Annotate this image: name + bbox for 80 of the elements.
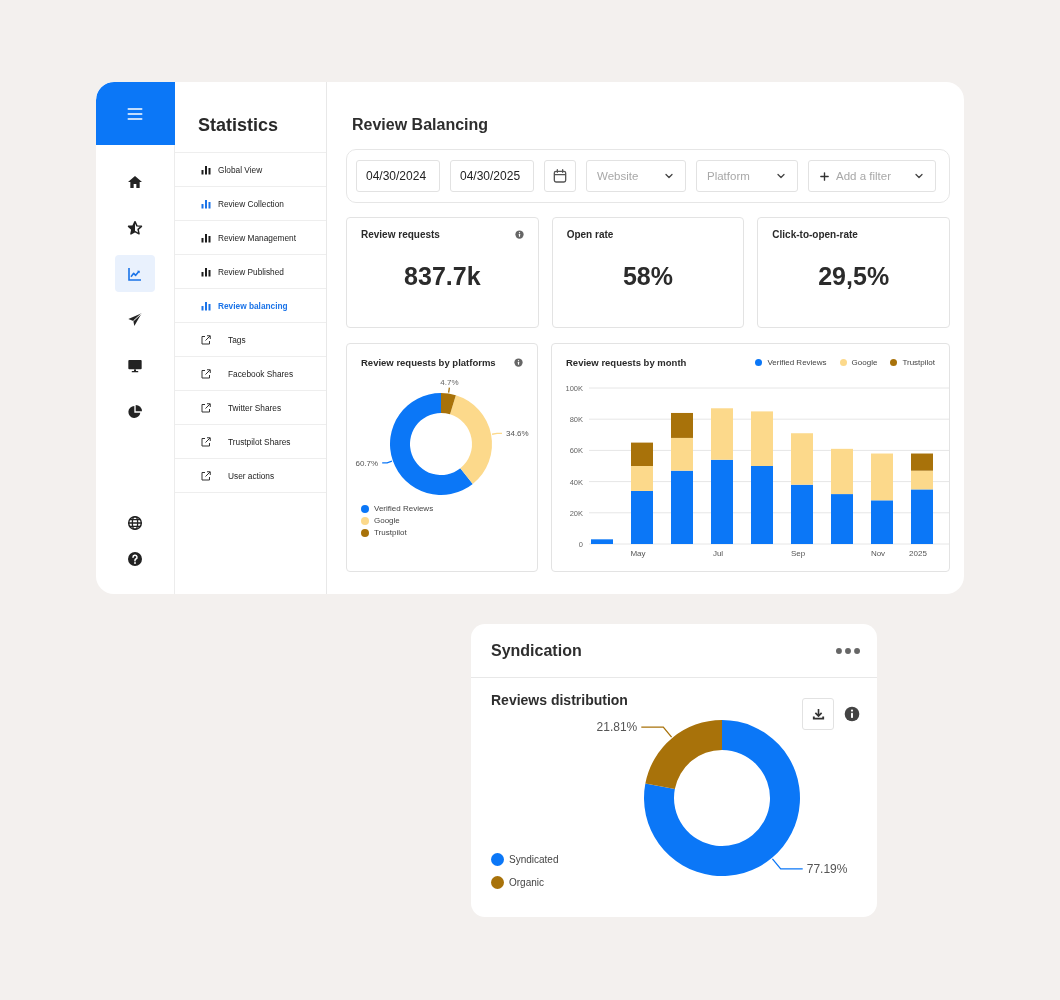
globe-icon — [127, 515, 143, 531]
legend-label: Verified Reviews — [374, 504, 434, 513]
bar — [911, 453, 933, 471]
legend-label: Organic — [509, 877, 544, 888]
more-icon — [836, 646, 860, 655]
axis-label: Nov — [870, 549, 886, 558]
card-title: Click-to-open-rate — [772, 229, 858, 240]
nav-item[interactable]: Global View — [175, 153, 326, 187]
help-icon — [127, 551, 143, 567]
section-title: Reviews distribution — [491, 692, 628, 708]
bar — [791, 484, 813, 544]
bar — [791, 433, 813, 485]
legend-label: Trustpilot — [374, 528, 407, 537]
metric-value: 29,5% — [817, 262, 891, 291]
paper-plane-icon — [127, 311, 143, 328]
card-title: Review requests by month — [566, 357, 687, 368]
leader-line — [448, 386, 451, 394]
card-title: Review requests by platforms — [361, 357, 496, 368]
plus-icon — [819, 170, 830, 182]
external-link-icon — [200, 435, 212, 448]
external-link-icon — [200, 401, 212, 414]
menu-button[interactable] — [96, 82, 175, 145]
metric-value: 837.7k — [403, 262, 482, 291]
end-date-field[interactable]: 04/30/2025 — [450, 160, 534, 192]
legend-label: Syndicated — [509, 854, 559, 865]
leader-line — [381, 460, 393, 464]
nav-item[interactable]: Twitter Shares — [175, 391, 326, 425]
nav-item[interactable]: User actions — [175, 459, 326, 493]
axis-label: Jul — [712, 549, 724, 558]
legend-label: Trustpilot — [902, 358, 935, 367]
external-link-icon — [200, 367, 212, 380]
bar — [631, 442, 653, 466]
legend-label: Google — [851, 358, 878, 367]
bar — [671, 412, 693, 438]
data-label: 77.19% — [806, 862, 848, 877]
pie-chart-icon — [127, 403, 143, 420]
bar — [831, 448, 853, 495]
data-label: 21.81% — [596, 720, 638, 735]
legend-label: Google — [374, 516, 400, 525]
nav-item[interactable]: Trustpilot Shares — [175, 425, 326, 459]
bar — [871, 453, 893, 501]
calendar-icon — [552, 168, 568, 184]
info-icon — [844, 706, 860, 722]
axis-label: 2025 — [909, 549, 927, 558]
bar — [751, 411, 773, 466]
download-button[interactable] — [802, 698, 834, 730]
data-label: 34.6% — [506, 429, 529, 439]
nav-item[interactable]: Review Collection — [175, 187, 326, 221]
bar — [871, 500, 893, 544]
leader-line — [640, 726, 673, 738]
leader-line — [491, 432, 503, 435]
panel-title: Statistics — [175, 82, 326, 153]
card-title: Syndication — [491, 641, 582, 660]
bar — [831, 494, 853, 544]
page-title: Review Balancing — [352, 116, 490, 134]
metric-value: 58% — [621, 262, 674, 291]
start-date-field[interactable]: 04/30/2024 — [356, 160, 440, 192]
calendar-button[interactable] — [544, 160, 576, 192]
home-icon — [127, 173, 143, 190]
more-button[interactable] — [836, 646, 860, 655]
data-label: 4.7% — [440, 377, 459, 387]
nav-item[interactable]: Review balancing — [175, 289, 326, 323]
bar — [591, 539, 613, 544]
line-chart-icon — [127, 265, 143, 282]
axis-label: Sep — [790, 549, 806, 558]
nav-item[interactable]: Facebook Shares — [175, 357, 326, 391]
monitor-icon — [127, 357, 143, 374]
external-link-icon — [200, 469, 212, 482]
nav-item[interactable]: Tags — [175, 323, 326, 357]
nav-item[interactable]: Review Published — [175, 255, 326, 289]
star-icon — [127, 219, 143, 236]
data-label: 60.7% — [355, 458, 379, 468]
card-title: Review requests — [361, 229, 440, 240]
legend-label: Verified Reviews — [767, 358, 827, 367]
nav-item[interactable]: Review Management — [175, 221, 326, 255]
leader-line — [771, 858, 804, 870]
external-link-icon — [200, 333, 212, 346]
axis-label: May — [630, 549, 646, 558]
card-title: Open rate — [566, 229, 614, 240]
download-icon — [810, 706, 826, 722]
